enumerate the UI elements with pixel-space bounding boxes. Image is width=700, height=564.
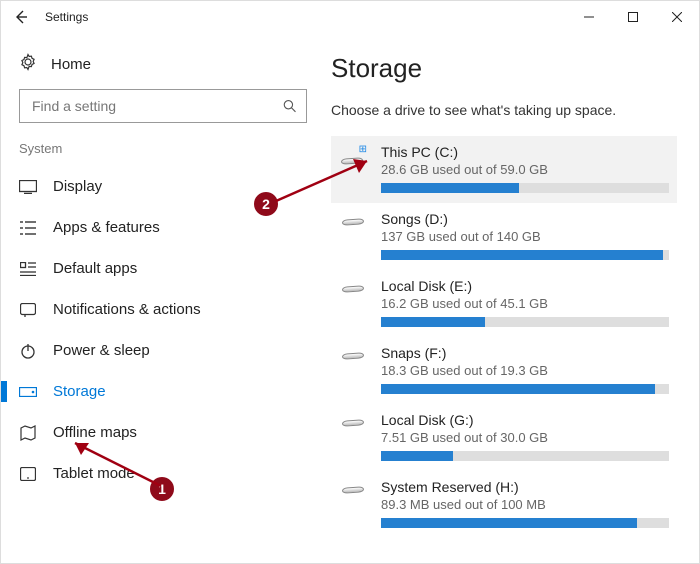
notifications-icon [19,303,37,317]
storage-icon [19,387,37,397]
page-subtitle: Choose a drive to see what's taking up s… [331,102,677,118]
sidebar-item-notifications[interactable]: Notifications & actions [11,289,315,330]
drive-stats: 137 GB used out of 140 GB [381,229,669,244]
drive-usage-bar [381,183,669,193]
sidebar: Home System Display [1,33,321,563]
drive-usage-bar [381,250,669,260]
search-box[interactable] [19,89,307,123]
tablet-icon [19,467,37,481]
drive-name: Songs (D:) [381,211,669,227]
sidebar-item-offline-maps[interactable]: Offline maps [11,412,315,453]
drive-list: ⊞ This PC (C:) 28.6 GB used out of 59.0 GB… [331,136,677,538]
default-apps-icon [19,262,37,276]
maximize-icon [628,12,638,22]
drive-item[interactable]: Songs (D:) 137 GB used out of 140 GB [331,203,677,270]
sidebar-item-apps[interactable]: Apps & features [11,207,315,248]
sidebar-nav: Display Apps & features Default apps [11,166,315,494]
sidebar-item-label: Display [53,178,102,195]
power-icon [19,343,37,359]
drive-stats: 7.51 GB used out of 30.0 GB [381,430,669,445]
sidebar-item-label: Offline maps [53,424,137,441]
content-pane: Storage Choose a drive to see what's tak… [321,33,699,563]
minimize-icon [584,12,594,22]
drive-item[interactable]: ⊞ This PC (C:) 28.6 GB used out of 59.0 GB [331,136,677,203]
close-icon [672,12,682,22]
os-drive-icon: ⊞ [339,144,367,166]
sidebar-item-label: Default apps [53,260,137,277]
drive-stats: 18.3 GB used out of 19.3 GB [381,363,669,378]
window-title: Settings [45,10,88,24]
close-button[interactable] [655,2,699,32]
apps-icon [19,221,37,235]
sidebar-item-power[interactable]: Power & sleep [11,330,315,371]
maps-icon [19,425,37,441]
drive-item[interactable]: System Reserved (H:) 89.3 MB used out of … [331,471,677,538]
titlebar: Settings [1,1,699,33]
drive-stats: 89.3 MB used out of 100 MB [381,497,669,512]
sidebar-item-label: Apps & features [53,219,160,236]
home-link[interactable]: Home [11,47,315,89]
drive-name: Local Disk (G:) [381,412,669,428]
drive-usage-bar [381,518,669,528]
home-label: Home [51,56,91,73]
drive-item[interactable]: Snaps (F:) 18.3 GB used out of 19.3 GB [331,337,677,404]
gear-icon [19,53,37,75]
drive-icon [339,412,367,426]
sidebar-item-label: Power & sleep [53,342,150,359]
drive-icon [339,479,367,493]
drive-usage-bar [381,451,669,461]
back-button[interactable] [9,5,33,29]
sidebar-item-display[interactable]: Display [11,166,315,207]
sidebar-item-default-apps[interactable]: Default apps [11,248,315,289]
page-title: Storage [331,53,677,84]
drive-item[interactable]: Local Disk (E:) 16.2 GB used out of 45.1 … [331,270,677,337]
drive-stats: 16.2 GB used out of 45.1 GB [381,296,669,311]
drive-item[interactable]: Local Disk (G:) 7.51 GB used out of 30.0 … [331,404,677,471]
drive-name: Snaps (F:) [381,345,669,361]
sidebar-item-label: Storage [53,383,106,400]
settings-window: Settings Home [0,0,700,564]
drive-name: This PC (C:) [381,144,669,160]
drive-usage-bar [381,384,669,394]
sidebar-item-label: Notifications & actions [53,301,201,318]
drive-stats: 28.6 GB used out of 59.0 GB [381,162,669,177]
drive-icon [339,211,367,225]
drive-name: System Reserved (H:) [381,479,669,495]
display-icon [19,180,37,194]
search-icon [283,99,296,113]
maximize-button[interactable] [611,2,655,32]
drive-name: Local Disk (E:) [381,278,669,294]
drive-icon [339,345,367,359]
minimize-button[interactable] [567,2,611,32]
sidebar-item-label: Tablet mode [53,465,135,482]
sidebar-item-storage[interactable]: Storage [11,371,315,412]
search-input[interactable] [30,97,283,115]
arrow-left-icon [13,9,29,25]
drive-usage-bar [381,317,669,327]
sidebar-item-tablet-mode[interactable]: Tablet mode [11,453,315,494]
window-controls [567,2,699,32]
drive-icon [339,278,367,292]
section-label: System [11,141,315,166]
